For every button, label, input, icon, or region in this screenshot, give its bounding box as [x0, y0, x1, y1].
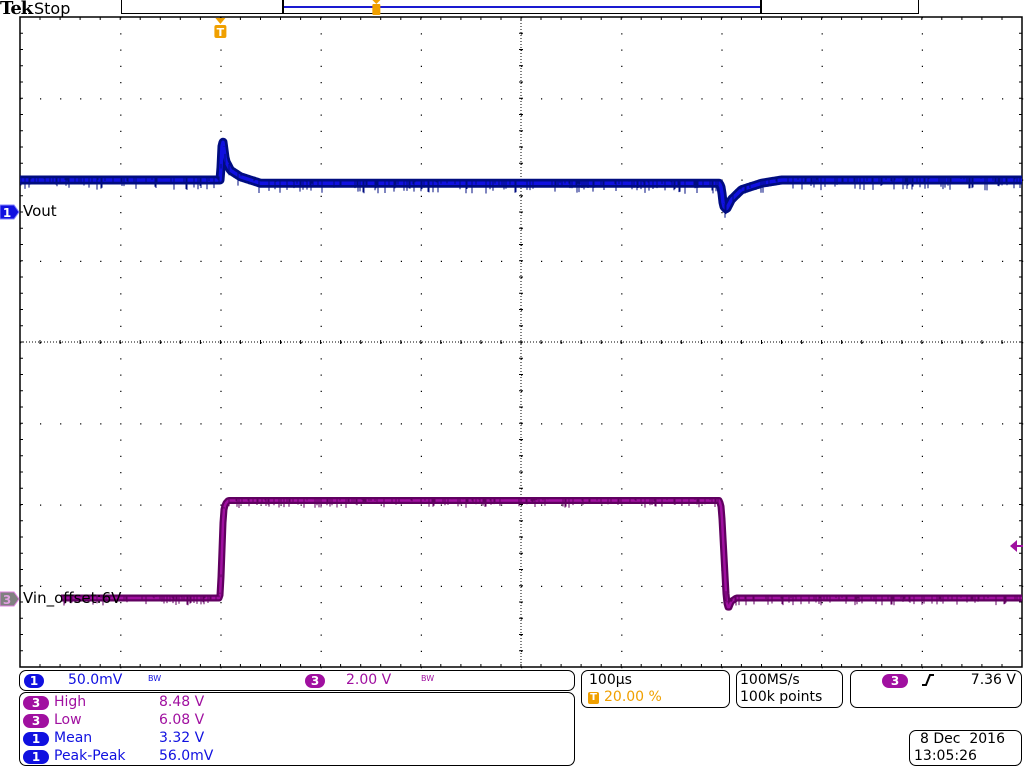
measurement-value: 8.48 V — [159, 694, 205, 710]
channel-scale-bar[interactable]: 1 50.0mV BW 3 2.00 V BW — [19, 670, 575, 691]
ch1-marker-label: 1 — [3, 206, 11, 220]
trigger-panel[interactable]: 3 7.36 V — [850, 670, 1022, 708]
ch1-scale[interactable]: 50.0mV — [68, 672, 122, 689]
trigger-level: 7.36 V — [970, 672, 1016, 688]
measurement-channel-badge: 1 — [23, 732, 49, 746]
measurement-name: High — [54, 694, 87, 710]
time: 13:05:26 — [914, 748, 977, 764]
waveform-display[interactable]: T 1 3 — [0, 0, 1024, 768]
date: 8 Dec 2016 — [920, 731, 1005, 747]
timebase-panel[interactable]: 100µs T 20.00 % — [581, 670, 730, 708]
sample-rate: 100MS/s — [740, 672, 800, 688]
ch3-waveform-noise — [63, 498, 1021, 606]
measurement-name: Peak-Peak — [54, 748, 126, 764]
ch3-marker-label: 3 — [3, 593, 11, 607]
ch1-label: Vout — [23, 202, 57, 220]
trigger-position-label: T — [217, 26, 225, 39]
ch3-waveform-trace — [60, 499, 1023, 609]
acquisition-panel[interactable]: 100MS/s 100k points — [736, 670, 843, 708]
measurement-channel-badge: 1 — [23, 750, 49, 764]
measurement-value: 56.0mV — [159, 748, 214, 764]
trigger-position-value: 20.00 % — [604, 689, 662, 705]
waveform-markers: T 1 3 — [0, 0, 1023, 607]
ch3-label: Vin_offset:6V — [23, 589, 122, 607]
rising-edge-icon — [921, 672, 935, 688]
ch1-badge[interactable]: 1 — [24, 674, 44, 688]
ch3-scale[interactable]: 2.00 V — [346, 672, 391, 689]
record-trigger-icon — [372, 4, 381, 15]
trigger-position-icon: T — [588, 692, 599, 704]
record-trigger-arrow — [372, 0, 381, 4]
datetime-panel: 8 Dec 2016 13:05:26 — [909, 730, 1022, 766]
measurement-value: 3.32 V — [159, 730, 205, 746]
record-length: 100k points — [740, 689, 823, 705]
measurement-value: 6.08 V — [159, 712, 205, 728]
time-per-div: 100µs — [589, 672, 632, 688]
measurement-name: Mean — [54, 730, 93, 746]
ch3-badge[interactable]: 3 — [305, 674, 325, 688]
measurement-channel-badge: 3 — [23, 714, 49, 728]
measurements-panel[interactable]: 3 High 8.48 V 3 Low 6.08 V 1 Mean 3.32 V… — [19, 692, 575, 766]
ch3-waveform-envelope — [58, 497, 1024, 611]
ch1-bw-limit-icon: BW — [148, 674, 162, 683]
measurement-channel-badge: 3 — [23, 696, 49, 710]
ch3-bw-limit-icon: BW — [421, 674, 435, 683]
trigger-position-arrow — [215, 18, 226, 24]
graticule — [19, 16, 1024, 669]
ch3-waveform — [58, 497, 1024, 611]
measurement-name: Low — [54, 712, 82, 728]
trigger-level-marker — [1010, 540, 1023, 552]
trigger-source-badge: 3 — [882, 674, 908, 688]
